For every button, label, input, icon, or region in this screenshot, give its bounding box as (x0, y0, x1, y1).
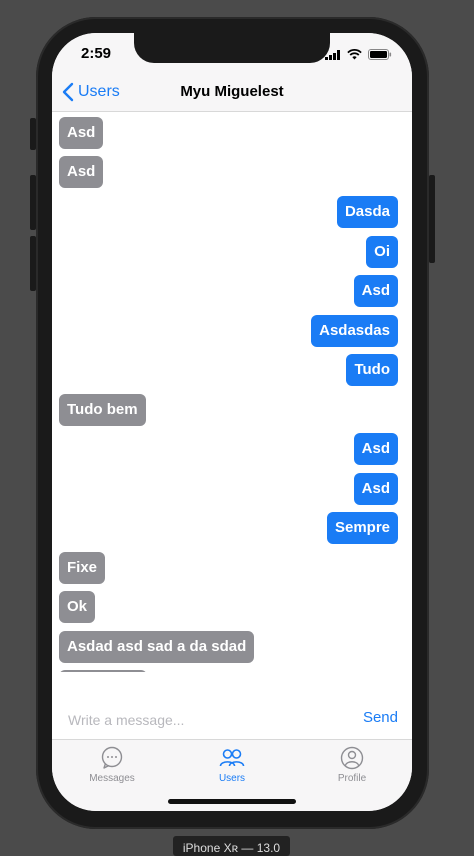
message-input[interactable] (66, 707, 330, 733)
message-bubble-outgoing: Tudo (346, 354, 398, 386)
message-bubble-outgoing: Asdasdas (311, 315, 398, 347)
phone-screen: 2:59 Users Myu Miguelest Asd Asd Dasda O… (52, 33, 412, 811)
message-bubble-outgoing: Dasda (336, 196, 398, 228)
message-bubble-outgoing: Asd (353, 433, 398, 465)
battery-icon (368, 49, 392, 60)
tab-label: Messages (89, 773, 135, 784)
status-icons (325, 49, 392, 60)
message-bubble-incoming: Ok (59, 591, 96, 623)
profile-icon (340, 746, 364, 770)
conversation-title: Myu Miguelest (180, 83, 284, 100)
status-time: 2:59 (81, 45, 112, 62)
message-bubble-outgoing: Sempre (326, 512, 398, 544)
message-list[interactable]: Asd Asd Dasda Oi Asd Asdasdas Tudo Tudo … (52, 112, 412, 672)
message-bubble-incoming: Fixe (59, 552, 106, 584)
navigation-bar: Users Myu Miguelest (52, 73, 412, 112)
simulator-device-label: iPhone Xʀ — 13.0 (173, 836, 290, 856)
message-bubble-incoming: Asd (59, 156, 104, 188)
message-composer: Send (52, 699, 412, 739)
message-bubble-outgoing: Asd (353, 275, 398, 307)
message-bubble-incoming: Tudo bem (59, 394, 146, 426)
tab-label: Profile (337, 773, 367, 784)
notch (134, 33, 330, 63)
message-bubble-outgoing: Asd (353, 473, 398, 505)
home-indicator (168, 799, 296, 804)
message-bubble-incoming: Asdad asd sad a da sdad (59, 631, 255, 663)
tab-profile[interactable]: Profile (292, 740, 412, 811)
send-button[interactable]: Send (363, 709, 398, 726)
users-icon (219, 749, 245, 767)
message-bubble-incoming: Asd (59, 117, 104, 149)
power-button (429, 175, 435, 263)
chat-bubble-icon (101, 746, 123, 769)
tab-label: Users (218, 773, 246, 784)
message-bubble-outgoing: Oi (366, 236, 398, 268)
wifi-icon (347, 49, 362, 60)
message-bubble-incoming (59, 670, 147, 672)
phone-frame: 2:59 Users Myu Miguelest Asd Asd Dasda O… (36, 17, 429, 829)
tab-messages[interactable]: Messages (52, 740, 172, 811)
